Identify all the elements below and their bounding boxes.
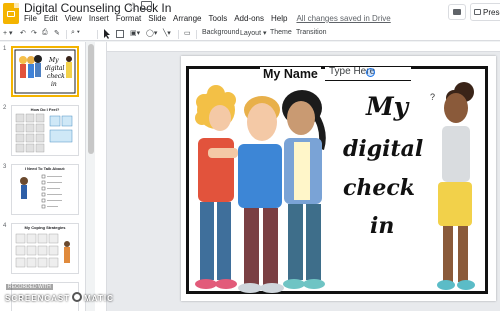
- svg-text:in: in: [51, 81, 57, 88]
- menu-file[interactable]: File: [24, 14, 37, 23]
- watermark-brand-right: MATIC: [84, 294, 114, 303]
- toolbar: + ▾ ↶ ↷ ⎙ ✎ ⌕ ▾ ▣▾ ◯▾ ╲▾ ▭ Background La…: [0, 28, 500, 41]
- svg-text:check: check: [47, 73, 65, 80]
- present-icon: [474, 9, 481, 15]
- new-slide-icon[interactable]: + ▾: [3, 29, 13, 37]
- name-label: My Name: [260, 67, 321, 81]
- characters-illustration: [195, 82, 475, 293]
- slides-logo-icon[interactable]: [3, 3, 19, 24]
- watermark-brand-left: SCREENCAST: [5, 294, 71, 303]
- menu-tools[interactable]: Tools: [209, 14, 228, 23]
- record-dot-icon: [72, 292, 83, 302]
- star-icon[interactable]: ☆: [128, 0, 138, 13]
- horizontal-ruler: [107, 42, 500, 52]
- slide-number: 4: [3, 223, 7, 229]
- thumbnail-preview: My digital check in: [14, 49, 76, 94]
- theme-button[interactable]: Theme: [270, 29, 292, 36]
- present-button[interactable]: Prese: [470, 3, 500, 21]
- question-mark: ?: [430, 92, 436, 102]
- toolbar-divider: [97, 30, 98, 39]
- title-word-digital: digital: [343, 136, 424, 162]
- girl-yellow-shorts-figure: [437, 82, 475, 290]
- toolbar-divider: [66, 30, 67, 39]
- transition-button[interactable]: Transition: [296, 29, 326, 36]
- zoom-icon[interactable]: ⌕ ▾: [71, 29, 80, 37]
- screencast-watermark: SCREENCAST MATIC: [5, 292, 114, 303]
- girl-red-shirt-figure: [195, 85, 238, 289]
- menu-edit[interactable]: Edit: [44, 14, 58, 23]
- girl-black-hair-figure: [282, 90, 326, 289]
- menu-addons[interactable]: Add-ons: [234, 14, 264, 23]
- menu-bar: File Edit View Insert Format Slide Arran…: [24, 14, 398, 23]
- background-button[interactable]: Background: [202, 29, 239, 36]
- talk-about-preview: [20, 174, 62, 209]
- title-word-in: in: [370, 213, 395, 239]
- redo-icon[interactable]: ↷: [31, 29, 37, 37]
- add-comment-icon[interactable]: ▭: [184, 29, 191, 37]
- slide-filmstrip: 1 My digital check in 2 How Do I Feel? 3…: [0, 42, 86, 311]
- save-status[interactable]: All changes saved in Drive: [296, 14, 390, 23]
- menu-view[interactable]: View: [65, 14, 82, 23]
- filmstrip-scrollbar[interactable]: [88, 44, 94, 154]
- layout-label: Layout: [240, 30, 262, 37]
- comments-button[interactable]: [448, 4, 466, 20]
- title-bar: Digital Counseling Check In ☆ File Edit …: [0, 0, 500, 28]
- present-label: Prese: [483, 8, 500, 17]
- mouse-cursor-icon: [366, 68, 375, 77]
- menu-format[interactable]: Format: [116, 14, 141, 23]
- coping-strategies-preview: [15, 233, 70, 268]
- select-cursor-icon[interactable]: [103, 29, 111, 39]
- boy-blue-shirt-figure: [238, 96, 284, 293]
- layout-button[interactable]: Layout ▾: [240, 29, 267, 37]
- image-icon[interactable]: ▣▾: [130, 29, 140, 37]
- slide-number: 2: [3, 105, 7, 111]
- print-icon[interactable]: ⎙: [42, 29, 48, 37]
- shape-icon[interactable]: ◯▾: [146, 29, 157, 37]
- slide-number: 3: [3, 164, 7, 170]
- folder-icon[interactable]: [141, 1, 152, 10]
- line-icon[interactable]: ╲▾: [163, 29, 171, 37]
- watermark-recorded-with: RECORDED WITH: [6, 284, 53, 290]
- menu-help[interactable]: Help: [271, 14, 287, 23]
- svg-text:My: My: [48, 57, 59, 64]
- menu-slide[interactable]: Slide: [148, 14, 166, 23]
- slides-editor: Digital Counseling Check In ☆ File Edit …: [0, 0, 500, 311]
- slide-thumbnail-1[interactable]: My digital check in: [11, 46, 79, 97]
- vertical-ruler: [95, 42, 107, 311]
- toolbar-divider: [178, 30, 179, 39]
- undo-icon[interactable]: ↶: [20, 29, 26, 37]
- toolbar-divider: [196, 30, 197, 39]
- menu-arrange[interactable]: Arrange: [173, 14, 201, 23]
- title-word-my: My: [366, 92, 409, 121]
- slide-number: 1: [3, 46, 7, 52]
- title-word-check: check: [343, 175, 416, 201]
- slide-thumbnail-2[interactable]: How Do I Feel?: [11, 105, 79, 156]
- svg-text:digital: digital: [45, 65, 65, 72]
- slide-thumbnail-4[interactable]: My Coping Strategies: [11, 223, 79, 274]
- paint-format-icon[interactable]: ✎: [54, 29, 60, 37]
- slide-thumbnail-3[interactable]: I Need To Talk About:: [11, 164, 79, 215]
- feelings-grid-preview: [15, 113, 73, 153]
- text-box-icon[interactable]: [116, 30, 124, 38]
- menu-insert[interactable]: Insert: [89, 14, 109, 23]
